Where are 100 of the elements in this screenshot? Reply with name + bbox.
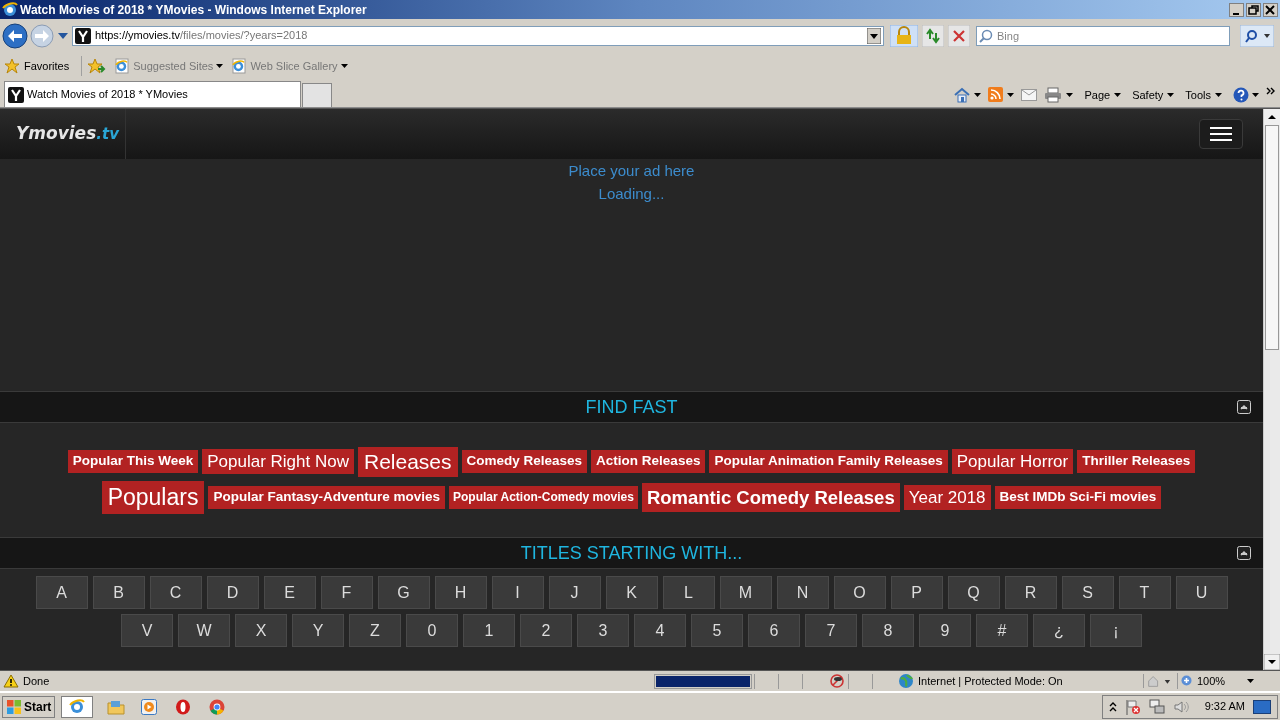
tag-link[interactable]: Populars [101,480,205,514]
letter-button[interactable]: 0 [406,614,458,647]
refresh-button[interactable] [922,24,944,47]
address-field[interactable]: https://ymovies.tv/files/movies/?years=2018 [72,25,884,46]
letter-button[interactable]: V [121,614,173,647]
tag-link[interactable]: Popular Fantasy-Adventure movies [208,485,445,509]
tag-link[interactable]: Thriller Releases [1077,450,1196,474]
dropdown-arrow-icon[interactable] [216,64,224,68]
tag-link[interactable]: Popular Action-Comedy movies [448,485,638,509]
add-favorite-icon[interactable] [88,58,107,74]
dropdown-arrow-icon[interactable] [1215,92,1222,97]
dropdown-arrow-icon[interactable] [867,27,881,44]
mail-icon[interactable] [1021,88,1038,101]
letter-button[interactable]: ¡ [1090,614,1142,647]
letter-button[interactable]: B [92,576,145,609]
dropdown-arrow-icon[interactable] [1066,92,1074,97]
help-button[interactable] [1233,86,1259,103]
chrome-icon[interactable] [209,698,226,715]
letter-button[interactable]: 9 [919,614,971,647]
dropdown-arrow-icon[interactable] [1167,92,1175,97]
start-button[interactable]: Start [2,695,56,718]
letter-button[interactable]: T [1118,576,1171,609]
tag-link[interactable]: Popular This Week [67,450,199,474]
close-button[interactable] [1263,2,1278,17]
menu-button[interactable] [1199,119,1243,149]
tag-link[interactable]: Popular Right Now [202,449,354,475]
letter-button[interactable]: M [719,576,772,609]
scrollbar[interactable] [1263,109,1280,670]
scroll-up-icon[interactable] [1264,109,1280,125]
letter-button[interactable]: E [263,576,316,609]
letter-button[interactable]: C [149,576,202,609]
letter-button[interactable]: 5 [691,614,743,647]
taskbar-app[interactable] [61,695,94,718]
letter-button[interactable]: I [491,576,544,609]
letter-button[interactable]: F [320,576,373,609]
network-icon[interactable] [1148,698,1165,715]
chevron-icon[interactable] [1266,86,1276,97]
search-field[interactable]: Bing [976,25,1230,46]
tag-link[interactable]: Romantic Comedy Releases [641,482,900,512]
protected-mode-icon[interactable] [1143,674,1171,688]
browser-tab[interactable]: Watch Movies of 2018 * YMovies [4,81,301,107]
letter-button[interactable]: Z [349,614,401,647]
letter-button[interactable]: W [178,614,230,647]
letter-button[interactable]: X [235,614,287,647]
restore-button[interactable] [1246,2,1261,17]
dropdown-arrow-icon[interactable] [1247,679,1254,683]
tag-link[interactable]: Popular Horror [951,449,1074,475]
letter-button[interactable]: J [548,576,601,609]
letter-button[interactable]: L [662,576,715,609]
letter-button[interactable]: A [35,576,88,609]
show-hidden-icons-icon[interactable] [1108,701,1117,712]
tag-link[interactable]: Best IMDb Sci-Fi movies [994,485,1162,509]
new-tab-button[interactable] [302,83,332,107]
command-menu[interactable]: Page [1084,86,1122,103]
letter-button[interactable]: O [833,576,886,609]
letter-button[interactable]: 1 [463,614,515,647]
letter-button[interactable]: K [605,576,658,609]
letter-button[interactable]: 8 [862,614,914,647]
home-button[interactable] [954,86,982,103]
favorites-button[interactable]: Favorites [4,57,70,75]
dropdown-arrow-icon[interactable] [1252,92,1259,97]
letter-button[interactable]: Y [292,614,344,647]
dropdown-arrow-icon[interactable] [1007,92,1015,97]
media-player-icon[interactable] [141,698,158,715]
dropdown-arrow-icon[interactable] [340,64,348,68]
tag-link[interactable]: Action Releases [591,450,706,474]
dropdown-arrow-icon[interactable] [974,92,982,97]
letter-button[interactable]: D [206,576,259,609]
letter-button[interactable]: S [1061,576,1114,609]
letter-button[interactable]: R [1004,576,1057,609]
scroll-down-icon[interactable] [1264,654,1280,670]
command-menu[interactable]: Safety [1132,86,1175,103]
dropdown-arrow-icon[interactable] [1114,92,1122,97]
tag-link[interactable]: Comedy Releases [461,450,588,474]
letter-button[interactable]: G [377,576,430,609]
minimize-button[interactable] [1229,2,1244,17]
tag-link[interactable]: Popular Animation Family Releases [709,450,948,474]
site-logo[interactable]: Ymovies.tv [0,109,126,159]
letter-button[interactable]: 4 [634,614,686,647]
letter-button[interactable]: # [976,614,1028,647]
back-button[interactable] [2,22,28,49]
command-menu[interactable]: Tools [1185,86,1222,103]
letter-button[interactable]: ¿ [1033,614,1085,647]
letter-button[interactable]: 2 [520,614,572,647]
stop-button[interactable] [948,24,970,47]
show-desktop-icon[interactable] [1253,698,1271,715]
letter-button[interactable]: U [1175,576,1228,609]
search-button[interactable] [1240,24,1274,47]
history-dropdown-icon[interactable] [58,32,68,39]
letter-button[interactable]: H [434,576,487,609]
letter-button[interactable]: 3 [577,614,629,647]
tag-link[interactable]: Year 2018 [903,484,991,510]
opera-icon[interactable] [175,698,192,715]
letter-button[interactable]: 7 [805,614,857,647]
collapse-icon[interactable] [1237,546,1251,560]
letter-button[interactable]: Q [947,576,1000,609]
print-button[interactable] [1044,86,1074,103]
letter-button[interactable]: P [890,576,943,609]
letter-button[interactable]: N [776,576,829,609]
zoom-button[interactable]: 100% [1177,672,1247,690]
